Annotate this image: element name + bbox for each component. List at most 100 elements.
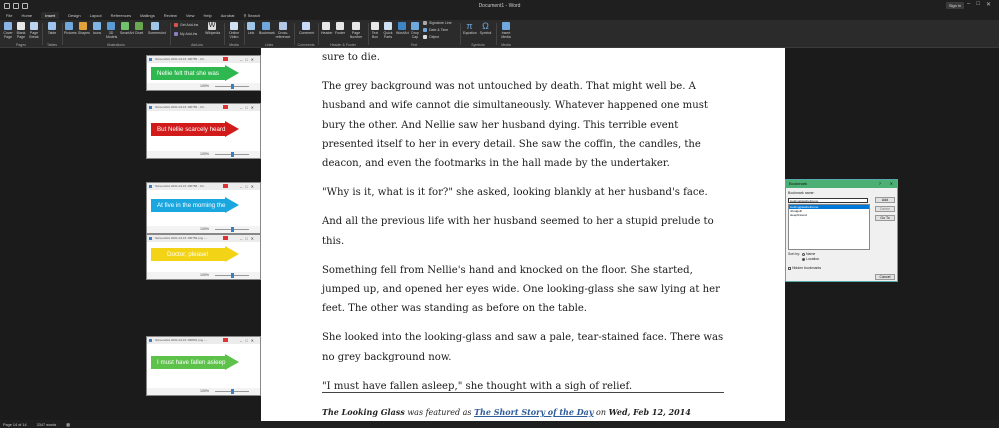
word-count[interactable]: 3347 words xyxy=(37,423,57,427)
document-body[interactable]: sure to die. The grey background was not… xyxy=(322,48,724,406)
zoom-thumb[interactable] xyxy=(231,389,234,394)
cover-page-button[interactable]: Cover Page xyxy=(3,22,13,39)
zoom-thumb[interactable] xyxy=(231,273,234,278)
paragraph[interactable]: And all the previous life with her husba… xyxy=(322,212,724,250)
link-button[interactable]: Link xyxy=(246,22,256,35)
insert-media-button[interactable]: Insert Media xyxy=(500,22,512,39)
radio-selected-icon xyxy=(802,257,805,261)
bookmark-button[interactable]: Bookmark xyxy=(259,22,275,35)
proofing-icon[interactable]: ▩ xyxy=(66,422,70,427)
undo-icon[interactable] xyxy=(13,2,19,9)
pictures-button[interactable]: Pictures xyxy=(64,22,77,35)
window-controls[interactable]: –□✕ xyxy=(240,56,257,63)
shapes-button[interactable]: Shapes xyxy=(78,22,90,35)
zoom-thumb[interactable] xyxy=(231,84,234,89)
tab-file[interactable]: File xyxy=(6,13,12,18)
tab-review[interactable]: Review xyxy=(164,13,177,18)
tab-layout[interactable]: Layout xyxy=(90,13,102,18)
cross-reference-label: Cross-reference xyxy=(275,31,291,39)
equation-button[interactable]: π Equation xyxy=(463,22,477,36)
minimize-icon[interactable]: – xyxy=(967,1,970,8)
bookmark-list[interactable]: lookingglassbeforeno nbsdguill sleepfirs… xyxy=(788,204,870,250)
3d-models-button[interactable]: 3D Models xyxy=(106,22,118,39)
paragraph[interactable]: The grey background was not untouched by… xyxy=(322,77,724,173)
delete-button[interactable]: Delete xyxy=(875,206,895,212)
save-icon[interactable] xyxy=(4,2,10,9)
close-icon[interactable]: ✕ xyxy=(890,180,893,188)
go-to-button[interactable]: Go To xyxy=(875,215,895,221)
signature-line-label: Signature Line xyxy=(429,21,452,25)
page-break-button[interactable]: Page Break xyxy=(29,22,39,39)
online-video-button[interactable]: Online Video xyxy=(228,22,240,39)
footer-button[interactable]: Footer xyxy=(335,22,345,35)
table-button[interactable]: Table xyxy=(47,22,57,35)
tab-view[interactable]: View xyxy=(186,13,195,18)
zoom-thumb[interactable] xyxy=(231,152,234,157)
header-button[interactable]: Header xyxy=(321,22,332,35)
screenshot-window[interactable]: Screenshot 2021-04-15 100756 - Cli... –□✕… xyxy=(146,103,261,159)
3d-models-label: 3D Models xyxy=(106,31,118,39)
tab-references[interactable]: References xyxy=(111,13,131,18)
page-count[interactable]: Page 14 of 14 xyxy=(3,423,27,427)
chart-button[interactable]: Chart xyxy=(134,22,144,35)
help-icon[interactable]: ? xyxy=(879,180,881,188)
paragraph[interactable]: sure to die. xyxy=(322,48,724,67)
comment-button[interactable]: Comment xyxy=(299,22,314,35)
list-item[interactable]: sleepfirstend xyxy=(789,213,869,217)
window-controls[interactable]: –□✕ xyxy=(240,183,257,190)
zoom-thumb[interactable] xyxy=(231,227,234,232)
paragraph[interactable]: Something fell from Nellie's hand and kn… xyxy=(322,261,724,319)
window-controls[interactable]: –□✕ xyxy=(240,104,257,111)
tab-design[interactable]: Design xyxy=(68,13,80,18)
maximize-icon[interactable]: □ xyxy=(976,1,980,8)
tab-insert[interactable]: Insert xyxy=(41,12,60,19)
paragraph[interactable]: "Why is it, what is it for?" she asked, … xyxy=(322,183,724,202)
hidden-bookmarks-checkbox[interactable]: Hidden bookmarks xyxy=(788,266,821,270)
paragraph[interactable]: "I must have fallen asleep," she thought… xyxy=(322,377,724,396)
drop-cap-button[interactable]: Drop Cap xyxy=(410,22,420,39)
tab-acrobat[interactable]: Acrobat xyxy=(221,13,235,18)
bookmark-dialog[interactable]: Bookmark? ✕ Bookmark name: lookingglassbe… xyxy=(785,179,898,282)
tab-home[interactable]: Home xyxy=(21,13,32,18)
screenshot-window[interactable]: Screenshot 2021-04-15 100758 - Cli... –□✕… xyxy=(146,182,261,234)
smartart-button[interactable]: SmartArt xyxy=(120,22,134,35)
zoom-level: 100% xyxy=(200,227,209,231)
sign-in-button[interactable]: Sign in xyxy=(946,2,964,9)
screenshot-window[interactable]: Screenshot 2021-04-15 100755 - Cli... –□✕… xyxy=(146,55,261,91)
screenshot-window[interactable]: Screenshot 2021-04-15 100801.png -... –□✕… xyxy=(146,336,261,396)
story-of-the-day-link[interactable]: The Short Story of the Day xyxy=(474,407,593,417)
signature-line-button[interactable]: Signature Line xyxy=(423,21,452,25)
tab-help[interactable]: Help xyxy=(203,13,211,18)
bookmark-name-input[interactable]: lookingglassbeforeno xyxy=(788,198,868,203)
object-button[interactable]: Object xyxy=(423,35,439,39)
quick-parts-button[interactable]: Quick Parts xyxy=(382,22,394,39)
screenshot-window[interactable]: Screenshot 2021-04-15 100759.png -... –□✕… xyxy=(146,234,261,280)
get-addins-button[interactable]: Get Add-ins xyxy=(174,23,198,27)
screenshot-button[interactable]: Screenshot xyxy=(148,22,166,35)
search-box[interactable]: ⚲ Search xyxy=(244,13,261,18)
blank-page-button[interactable]: Blank Page xyxy=(16,22,26,39)
paragraph[interactable]: She looked into the looking-glass and sa… xyxy=(322,328,724,366)
drop-cap-label: Drop Cap xyxy=(411,31,419,39)
cancel-button[interactable]: Cancel xyxy=(875,274,895,280)
sort-name-radio[interactable]: Name xyxy=(802,252,815,256)
sort-location-radio[interactable]: Location xyxy=(802,257,819,261)
my-addins-button[interactable]: My Add-ins xyxy=(174,32,197,36)
window-controls[interactable]: –□✕ xyxy=(240,337,257,344)
cross-reference-button[interactable]: Cross-reference xyxy=(275,22,291,39)
date-time-button[interactable]: Date & Time xyxy=(423,28,448,32)
symbol-button[interactable]: Ω Symbol xyxy=(479,22,492,36)
page-number-button[interactable]: Page Number xyxy=(349,22,363,39)
wikipedia-button[interactable]: W Wikipedia xyxy=(205,22,220,35)
redo-icon[interactable] xyxy=(22,2,28,9)
page-break-label: Page Break xyxy=(29,31,39,39)
page-number-label: Page Number xyxy=(349,31,363,39)
document-page[interactable]: sure to die. The grey background was not… xyxy=(261,48,785,422)
window-controls[interactable]: –□✕ xyxy=(240,235,257,242)
icons-button[interactable]: Icons xyxy=(92,22,102,35)
tab-mailings[interactable]: Mailings xyxy=(140,13,155,18)
text-box-button[interactable]: Text Box xyxy=(370,22,380,39)
wordart-button[interactable]: WordArt xyxy=(396,22,409,35)
close-icon[interactable]: ✕ xyxy=(986,1,991,8)
add-button[interactable]: Add xyxy=(875,197,895,203)
